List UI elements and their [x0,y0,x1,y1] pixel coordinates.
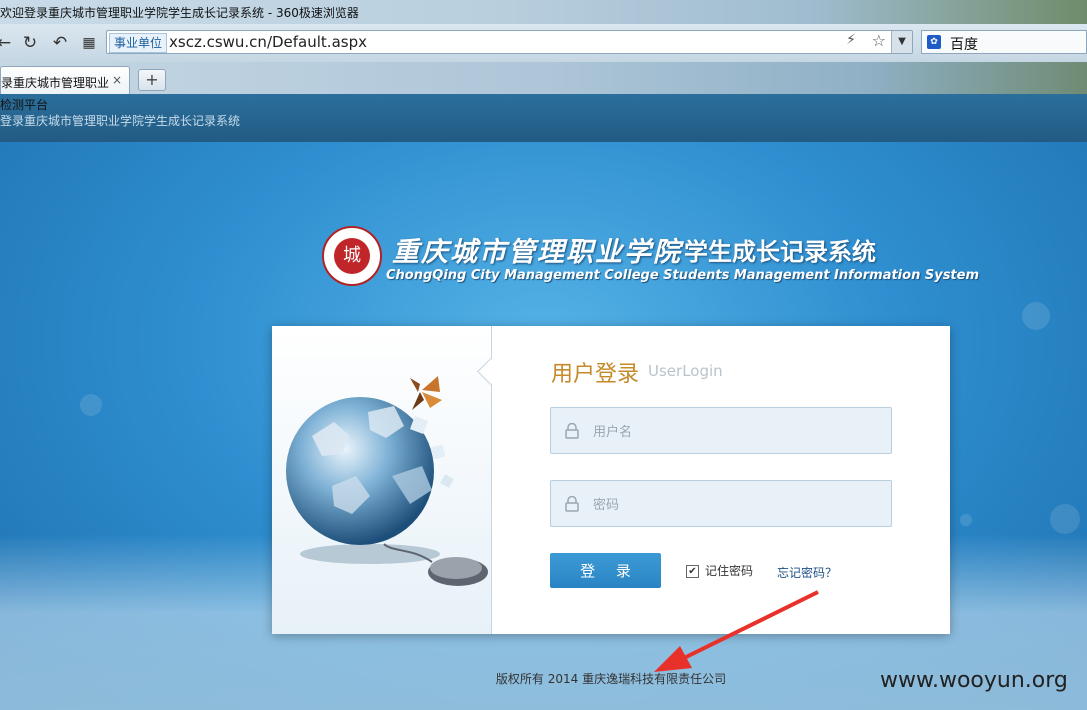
refresh-icon[interactable]: ↻ [20,33,40,53]
username-field[interactable] [550,407,892,454]
page-header-strip: 检测平台 登录重庆城市管理职业学院学生成长记录系统 [0,94,1087,142]
remember-password[interactable]: ✔ 记住密码 [686,562,753,579]
annotation-arrow [654,590,819,672]
new-tab-button[interactable]: + [138,69,166,91]
globe-puzzle-image [286,376,488,586]
copyright-text: 版权所有 2014 重庆逸瑞科技有限责任公司 [495,672,727,686]
star-icon[interactable]: ☆ [872,31,886,50]
search-box[interactable]: ✿ 百度 [921,30,1087,54]
tab-bar: 录重庆城市管理职业 × + [0,62,1087,94]
window-titlebar: 欢迎登录重庆城市管理职业学院学生成长记录系统 - 360极速浏览器 [0,0,1087,24]
search-engine-label[interactable]: 百度 [950,34,978,54]
decor-bubble [1050,504,1080,534]
browser-toolbar: ← ↻ ↶ ▦ 事业单位 xscz.cswu.cn/Default.aspx ⚡… [0,24,1087,62]
login-page: 检测平台 登录重庆城市管理职业学院学生成长记录系统 城 重庆城市管理职业学院 学… [0,94,1087,710]
login-subtitle: UserLogin [648,362,723,380]
remember-checkbox[interactable]: ✔ [686,565,699,578]
remember-label[interactable]: 记住密码 [705,564,753,578]
lock-icon [565,423,579,439]
password-input[interactable] [591,493,875,517]
address-bar[interactable]: 事业单位 xscz.cswu.cn/Default.aspx ⚡ ☆ ▼ [106,30,913,54]
decor-bubble [1022,302,1050,330]
system-name: 学生成长记录系统 [684,238,876,266]
login-card: 用户登录 UserLogin 登 录 ✔ 记住密码 忘记密码？ [272,326,950,634]
login-title: 用户登录 [551,362,640,387]
header-line-1: 检测平台 [0,98,49,112]
forgot-password-link[interactable]: 忘记密码？ [777,564,837,581]
watermark-text: www.wooyun.org [880,668,1068,693]
lock-icon [565,496,579,512]
back-icon[interactable]: ← [0,33,14,53]
username-input[interactable] [591,420,875,444]
decor-bubble [960,514,972,526]
logo-character: 城 [334,238,370,274]
site-category-badge[interactable]: 事业单位 [109,33,168,53]
globe-illustration [272,326,492,634]
login-button[interactable]: 登 录 [550,553,661,588]
tab-label[interactable]: 录重庆城市管理职业 [1,74,109,91]
close-icon[interactable]: × [112,73,122,87]
tab-active[interactable]: 录重庆城市管理职业 × [0,66,130,94]
undo-icon[interactable]: ↶ [50,33,70,53]
flash-icon[interactable]: ⚡ [846,32,856,48]
school-name-english: ChongQing City Management College Studen… [386,268,980,283]
apps-icon[interactable]: ▦ [79,33,99,53]
decor-bubble [80,394,102,416]
window-title: 欢迎登录重庆城市管理职业学院学生成长记录系统 - 360极速浏览器 [0,6,359,20]
baidu-paw-icon: ✿ [927,35,941,49]
school-name: 重庆城市管理职业学院 [392,237,682,268]
school-logo: 城 [322,226,382,286]
password-field[interactable] [550,480,892,527]
dropdown-icon[interactable]: ▼ [891,31,912,53]
url-text[interactable]: xscz.cswu.cn/Default.aspx [169,33,367,51]
header-line-2: 登录重庆城市管理职业学院学生成长记录系统 [0,114,241,128]
